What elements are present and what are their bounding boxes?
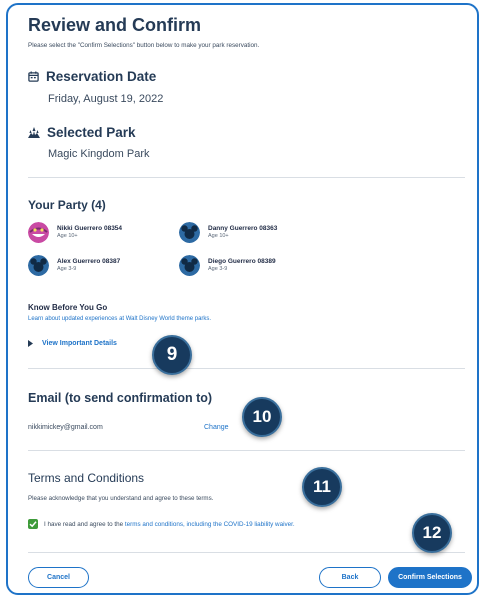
- mickey-avatar: [179, 255, 200, 276]
- selected-park-value: Magic Kingdom Park: [48, 148, 150, 160]
- mickey-avatar: [179, 222, 200, 243]
- email-title: Email (to send confirmation to): [28, 391, 213, 405]
- page-subtitle: Please select the "Confirm Selections" b…: [28, 42, 260, 49]
- divider: [28, 450, 465, 451]
- back-button[interactable]: Back: [319, 567, 381, 588]
- divider: [28, 552, 465, 553]
- party-member: Nikki Guerrero 08354 Age 10+: [28, 222, 122, 243]
- terms-link[interactable]: terms and conditions, including the COVI…: [125, 521, 295, 528]
- know-before-link[interactable]: Learn about updated experiences at Walt …: [28, 316, 211, 322]
- member-name: Danny Guerrero 08363: [208, 224, 278, 232]
- terms-checkbox[interactable]: [28, 519, 38, 529]
- party-title: Your Party (4): [28, 198, 106, 212]
- party-member: Danny Guerrero 08363 Age 10+: [179, 222, 277, 243]
- selected-park-heading: Selected Park: [28, 125, 136, 140]
- checkmark-icon: [29, 521, 37, 528]
- reservation-date-heading: Reservation Date: [28, 69, 156, 84]
- party-member: Diego Guerrero 08389 Age 3-9: [179, 255, 276, 276]
- calendar-icon: [28, 71, 39, 82]
- reservation-date-value: Friday, August 19, 2022: [48, 93, 164, 105]
- member-name: Alex Guerrero 08387: [57, 257, 121, 265]
- confirm-selections-button[interactable]: Confirm Selections: [388, 567, 472, 588]
- member-name: Diego Guerrero 08389: [208, 257, 276, 265]
- page-title: Review and Confirm: [28, 15, 202, 35]
- mickey-avatar: [28, 255, 49, 276]
- step-badge-11: 11: [302, 467, 342, 507]
- step-badge-12: 12: [412, 513, 452, 553]
- know-before-title: Know Before You Go: [28, 303, 108, 312]
- email-change-link[interactable]: Change: [204, 424, 229, 431]
- step-badge-10: 10: [242, 397, 282, 437]
- cheshire-cat-avatar: [28, 222, 49, 243]
- review-confirm-panel: Review and Confirm Please select the "Co…: [6, 3, 479, 595]
- view-details-label: View Important Details: [42, 340, 117, 347]
- caret-right-icon: [28, 340, 33, 347]
- member-name: Nikki Guerrero 08354: [57, 224, 123, 232]
- terms-subtitle: Please acknowledge that you understand a…: [28, 495, 214, 502]
- step-badge-9: 9: [152, 335, 192, 375]
- terms-title: Terms and Conditions: [28, 471, 145, 485]
- email-value: nikkimickey@gmail.com: [28, 424, 103, 431]
- member-age: Age 10+: [208, 233, 229, 240]
- divider: [28, 368, 465, 369]
- view-details-toggle[interactable]: View Important Details: [28, 340, 117, 347]
- divider: [28, 177, 465, 178]
- selected-park-label: Selected Park: [47, 125, 136, 140]
- reservation-date-label: Reservation Date: [46, 69, 157, 84]
- party-member: Alex Guerrero 08387 Age 3-9: [28, 255, 120, 276]
- member-age: Age 3-9: [57, 266, 77, 273]
- castle-icon: [28, 127, 40, 138]
- terms-check-text: I have read and agree to the: [44, 520, 124, 528]
- member-age: Age 3-9: [208, 266, 228, 273]
- terms-agreement: I have read and agree to the terms and c…: [28, 519, 295, 529]
- member-age: Age 10+: [57, 233, 78, 240]
- cancel-button[interactable]: Cancel: [28, 567, 89, 588]
